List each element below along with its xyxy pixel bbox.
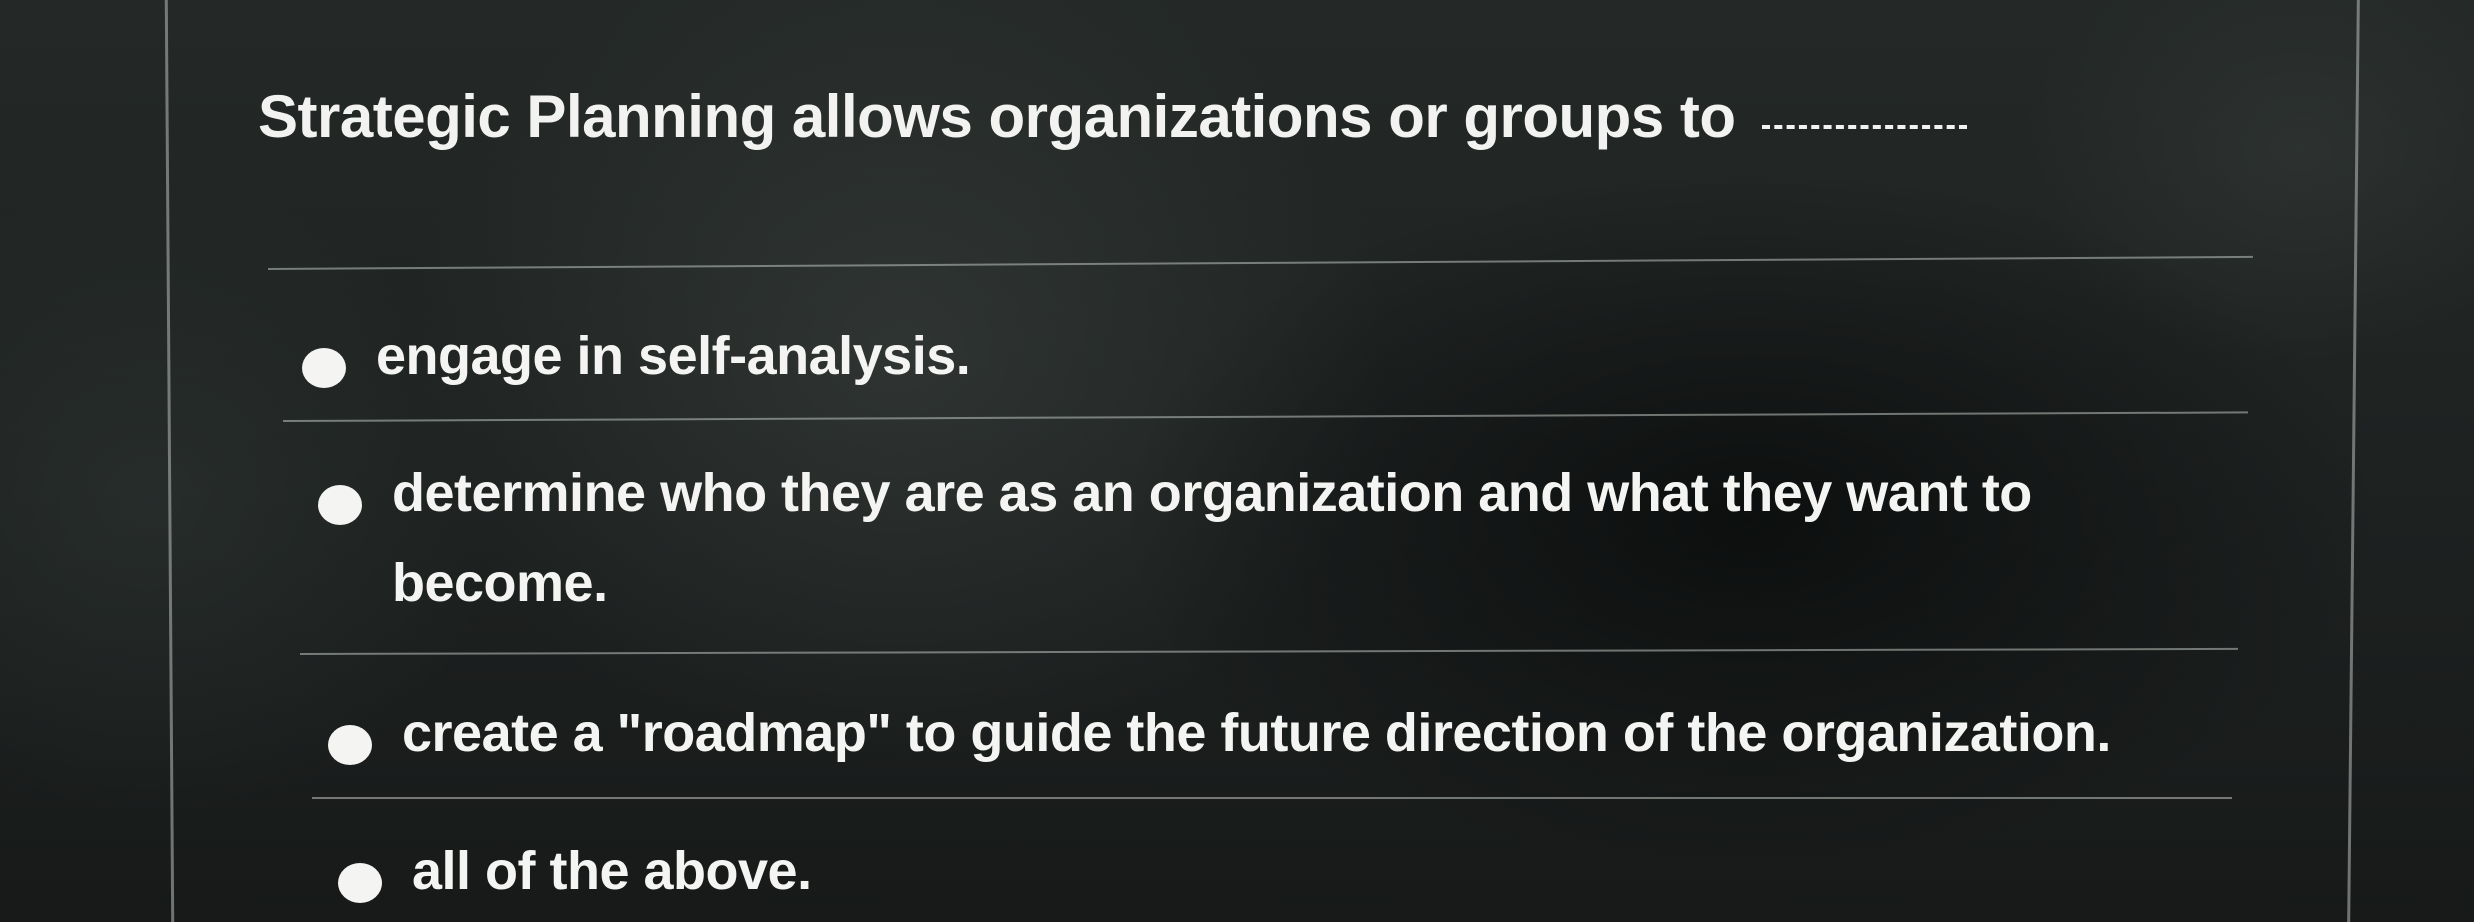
radio-button-icon[interactable] xyxy=(328,725,372,765)
radio-button-icon[interactable] xyxy=(338,863,382,903)
answer-option-4[interactable]: all of the above. xyxy=(338,841,812,916)
answer-option-label: determine who they are as an organizatio… xyxy=(392,463,2032,613)
answer-option-3[interactable]: create a "roadmap" to guide the future d… xyxy=(328,703,2111,778)
question-prompt: Strategic Planning allows organizations … xyxy=(258,82,2158,151)
answer-option-2[interactable]: determine who they are as an organizatio… xyxy=(318,463,2232,628)
answer-option-label: all of the above. xyxy=(412,841,812,901)
radio-button-icon[interactable] xyxy=(318,485,362,525)
radio-button-icon[interactable] xyxy=(302,348,346,388)
option-divider xyxy=(312,797,2232,799)
answer-option-1[interactable]: engage in self-analysis. xyxy=(302,326,971,401)
answer-option-label: create a "roadmap" to guide the future d… xyxy=(402,703,2111,763)
answer-option-label: engage in self-analysis. xyxy=(376,326,971,386)
question-text: Strategic Planning allows organizations … xyxy=(258,83,1736,150)
fill-in-blank xyxy=(1761,125,1967,129)
